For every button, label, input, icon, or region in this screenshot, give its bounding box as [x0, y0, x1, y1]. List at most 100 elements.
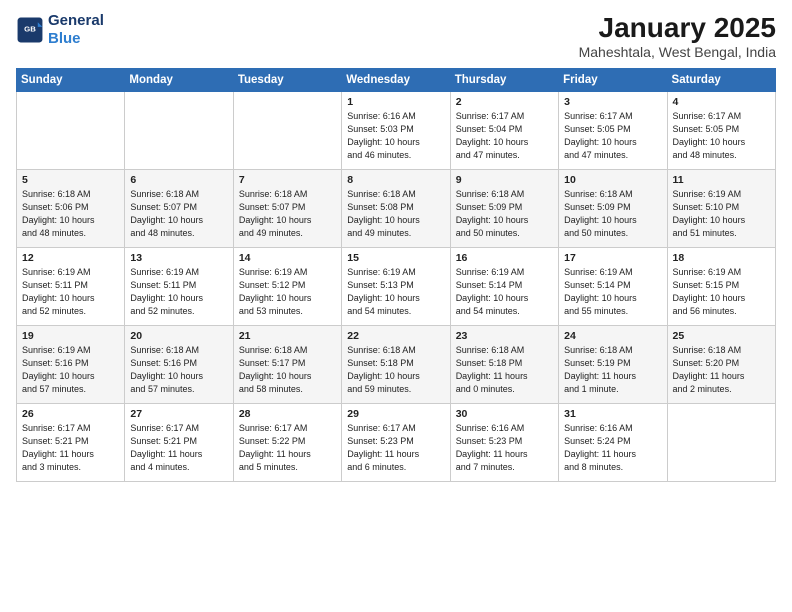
day-info: Sunrise: 6:17 AM Sunset: 5:21 PM Dayligh…	[22, 422, 119, 474]
weekday-header-wednesday: Wednesday	[342, 69, 450, 92]
day-number: 21	[239, 330, 336, 342]
week-row-1: 1 Sunrise: 6:16 AM Sunset: 5:03 PM Daylig…	[17, 92, 776, 170]
logo-icon: GB	[16, 16, 44, 44]
day-number: 17	[564, 252, 661, 264]
week-row-5: 26 Sunrise: 6:17 AM Sunset: 5:21 PM Dayli…	[17, 404, 776, 482]
calendar-cell: 6 Sunrise: 6:18 AM Sunset: 5:07 PM Daylig…	[125, 170, 233, 248]
day-info: Sunrise: 6:19 AM Sunset: 5:14 PM Dayligh…	[564, 266, 661, 318]
weekday-header-row: SundayMondayTuesdayWednesdayThursdayFrid…	[17, 69, 776, 92]
day-number: 9	[456, 174, 553, 186]
calendar-cell	[667, 404, 775, 482]
day-info: Sunrise: 6:18 AM Sunset: 5:18 PM Dayligh…	[456, 344, 553, 396]
day-info: Sunrise: 6:18 AM Sunset: 5:07 PM Dayligh…	[130, 188, 227, 240]
weekday-header-thursday: Thursday	[450, 69, 558, 92]
day-info: Sunrise: 6:19 AM Sunset: 5:15 PM Dayligh…	[673, 266, 770, 318]
day-number: 11	[673, 174, 770, 186]
day-info: Sunrise: 6:17 AM Sunset: 5:23 PM Dayligh…	[347, 422, 444, 474]
day-number: 2	[456, 96, 553, 108]
day-info: Sunrise: 6:17 AM Sunset: 5:21 PM Dayligh…	[130, 422, 227, 474]
day-number: 27	[130, 408, 227, 420]
day-number: 30	[456, 408, 553, 420]
day-number: 12	[22, 252, 119, 264]
day-info: Sunrise: 6:18 AM Sunset: 5:08 PM Dayligh…	[347, 188, 444, 240]
day-info: Sunrise: 6:17 AM Sunset: 5:05 PM Dayligh…	[564, 110, 661, 162]
weekday-header-monday: Monday	[125, 69, 233, 92]
day-number: 31	[564, 408, 661, 420]
calendar-cell: 23 Sunrise: 6:18 AM Sunset: 5:18 PM Dayli…	[450, 326, 558, 404]
week-row-4: 19 Sunrise: 6:19 AM Sunset: 5:16 PM Dayli…	[17, 326, 776, 404]
day-info: Sunrise: 6:18 AM Sunset: 5:17 PM Dayligh…	[239, 344, 336, 396]
calendar-cell: 13Sunrise: 6:19 AM Sunset: 5:11 PM Dayli…	[125, 248, 233, 326]
day-info: Sunrise: 6:18 AM Sunset: 5:16 PM Dayligh…	[130, 344, 227, 396]
day-number: 5	[22, 174, 119, 186]
calendar-cell: 12 Sunrise: 6:19 AM Sunset: 5:11 PM Dayli…	[17, 248, 125, 326]
calendar-cell: 18Sunrise: 6:19 AM Sunset: 5:15 PM Dayli…	[667, 248, 775, 326]
calendar-cell: 9 Sunrise: 6:18 AM Sunset: 5:09 PM Daylig…	[450, 170, 558, 248]
calendar-cell: 24 Sunrise: 6:18 AM Sunset: 5:19 PM Dayli…	[559, 326, 667, 404]
day-info: Sunrise: 6:18 AM Sunset: 5:20 PM Dayligh…	[673, 344, 770, 396]
calendar-cell: 10 Sunrise: 6:18 AM Sunset: 5:09 PM Dayli…	[559, 170, 667, 248]
day-info: Sunrise: 6:16 AM Sunset: 5:23 PM Dayligh…	[456, 422, 553, 474]
calendar-cell	[125, 92, 233, 170]
calendar-cell: 19 Sunrise: 6:19 AM Sunset: 5:16 PM Dayli…	[17, 326, 125, 404]
main-title: January 2025	[579, 12, 776, 44]
day-info: Sunrise: 6:19 AM Sunset: 5:16 PM Dayligh…	[22, 344, 119, 396]
calendar-cell: 8 Sunrise: 6:18 AM Sunset: 5:08 PM Daylig…	[342, 170, 450, 248]
day-number: 1	[347, 96, 444, 108]
day-number: 6	[130, 174, 227, 186]
day-info: Sunrise: 6:19 AM Sunset: 5:12 PM Dayligh…	[239, 266, 336, 318]
day-info: Sunrise: 6:19 AM Sunset: 5:14 PM Dayligh…	[456, 266, 553, 318]
weekday-header-sunday: Sunday	[17, 69, 125, 92]
logo-text: General Blue	[48, 12, 104, 48]
calendar-container: GB General Blue January 2025 Maheshtala,…	[0, 0, 792, 612]
day-number: 24	[564, 330, 661, 342]
day-info: Sunrise: 6:18 AM Sunset: 5:18 PM Dayligh…	[347, 344, 444, 396]
calendar-cell	[17, 92, 125, 170]
day-number: 26	[22, 408, 119, 420]
day-number: 23	[456, 330, 553, 342]
calendar-cell: 14Sunrise: 6:19 AM Sunset: 5:12 PM Dayli…	[233, 248, 341, 326]
day-number: 10	[564, 174, 661, 186]
calendar-cell	[233, 92, 341, 170]
day-number: 28	[239, 408, 336, 420]
calendar-cell: 22 Sunrise: 6:18 AM Sunset: 5:18 PM Dayli…	[342, 326, 450, 404]
calendar-cell: 25Sunrise: 6:18 AM Sunset: 5:20 PM Dayli…	[667, 326, 775, 404]
day-number: 22	[347, 330, 444, 342]
weekday-header-friday: Friday	[559, 69, 667, 92]
calendar-cell: 2Sunrise: 6:17 AM Sunset: 5:04 PM Daylig…	[450, 92, 558, 170]
day-number: 3	[564, 96, 661, 108]
day-info: Sunrise: 6:16 AM Sunset: 5:03 PM Dayligh…	[347, 110, 444, 162]
day-number: 15	[347, 252, 444, 264]
subtitle: Maheshtala, West Bengal, India	[579, 44, 776, 60]
day-info: Sunrise: 6:19 AM Sunset: 5:13 PM Dayligh…	[347, 266, 444, 318]
header: GB General Blue January 2025 Maheshtala,…	[16, 12, 776, 60]
day-info: Sunrise: 6:19 AM Sunset: 5:10 PM Dayligh…	[673, 188, 770, 240]
day-number: 20	[130, 330, 227, 342]
day-number: 8	[347, 174, 444, 186]
calendar-cell: 15 Sunrise: 6:19 AM Sunset: 5:13 PM Dayli…	[342, 248, 450, 326]
calendar-cell: 21 Sunrise: 6:18 AM Sunset: 5:17 PM Dayli…	[233, 326, 341, 404]
week-row-3: 12 Sunrise: 6:19 AM Sunset: 5:11 PM Dayli…	[17, 248, 776, 326]
day-info: Sunrise: 6:18 AM Sunset: 5:07 PM Dayligh…	[239, 188, 336, 240]
calendar-cell: 4Sunrise: 6:17 AM Sunset: 5:05 PM Daylig…	[667, 92, 775, 170]
day-number: 16	[456, 252, 553, 264]
svg-text:GB: GB	[24, 25, 36, 34]
calendar-cell: 3 Sunrise: 6:17 AM Sunset: 5:05 PM Daylig…	[559, 92, 667, 170]
day-info: Sunrise: 6:18 AM Sunset: 5:06 PM Dayligh…	[22, 188, 119, 240]
calendar-cell: 17 Sunrise: 6:19 AM Sunset: 5:14 PM Dayli…	[559, 248, 667, 326]
calendar-cell: 29 Sunrise: 6:17 AM Sunset: 5:23 PM Dayli…	[342, 404, 450, 482]
day-info: Sunrise: 6:18 AM Sunset: 5:09 PM Dayligh…	[456, 188, 553, 240]
calendar-cell: 5 Sunrise: 6:18 AM Sunset: 5:06 PM Daylig…	[17, 170, 125, 248]
day-number: 4	[673, 96, 770, 108]
weekday-header-tuesday: Tuesday	[233, 69, 341, 92]
calendar-cell: 11 Sunrise: 6:19 AM Sunset: 5:10 PM Dayli…	[667, 170, 775, 248]
calendar-cell: 30 Sunrise: 6:16 AM Sunset: 5:23 PM Dayli…	[450, 404, 558, 482]
calendar-cell: 26 Sunrise: 6:17 AM Sunset: 5:21 PM Dayli…	[17, 404, 125, 482]
day-info: Sunrise: 6:18 AM Sunset: 5:09 PM Dayligh…	[564, 188, 661, 240]
calendar-cell: 16 Sunrise: 6:19 AM Sunset: 5:14 PM Dayli…	[450, 248, 558, 326]
day-info: Sunrise: 6:19 AM Sunset: 5:11 PM Dayligh…	[22, 266, 119, 318]
day-number: 19	[22, 330, 119, 342]
day-number: 29	[347, 408, 444, 420]
day-info: Sunrise: 6:18 AM Sunset: 5:19 PM Dayligh…	[564, 344, 661, 396]
day-info: Sunrise: 6:19 AM Sunset: 5:11 PM Dayligh…	[130, 266, 227, 318]
